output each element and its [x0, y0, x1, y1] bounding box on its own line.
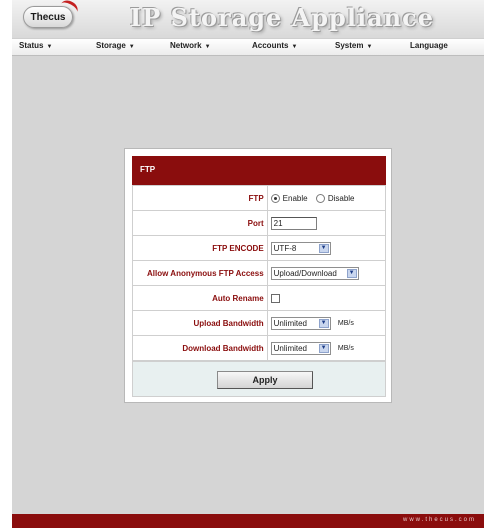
footer-url: www.thecus.com [402, 517, 476, 523]
upload-bandwidth-unit: MB/s [337, 319, 354, 327]
upload-bandwidth-value-cell: Unlimited ▼ MB/s [266, 310, 387, 336]
menu-status-label: Status [19, 41, 44, 50]
row-encode: FTP ENCODE UTF-8 ▼ [132, 235, 387, 261]
anonymous-access-value-cell: Upload/Download ▼ [266, 260, 387, 286]
download-bandwidth-value-cell: Unlimited ▼ MB/s [266, 335, 387, 361]
ftp-encode-label: FTP ENCODE [132, 235, 268, 261]
caret-down-icon: ▼ [204, 44, 211, 50]
download-bandwidth-label: Download Bandwidth [132, 335, 268, 361]
row-upload-bandwidth: Upload Bandwidth Unlimited ▼ MB/s [132, 310, 387, 336]
chevron-down-icon: ▼ [318, 318, 329, 328]
app-frame: Thecus IP Storage Appliance Status ▼ Stor… [12, 0, 484, 528]
ftp-disable-label: Disable [327, 193, 355, 203]
menu-storage-label: Storage [96, 41, 126, 50]
apply-row: Apply [132, 361, 386, 397]
caret-down-icon: ▼ [291, 44, 298, 50]
upload-bandwidth-select[interactable]: Unlimited ▼ [270, 316, 331, 330]
ftp-encode-value-cell: UTF-8 ▼ [266, 235, 387, 261]
menu-language[interactable]: Language [410, 41, 448, 55]
upload-bandwidth-label: Upload Bandwidth [132, 310, 268, 336]
ftp-encode-select[interactable]: UTF-8 ▼ [270, 241, 331, 255]
ftp-enable-radio[interactable] [270, 193, 280, 203]
row-port: Port 21 [132, 210, 387, 236]
auto-rename-checkbox[interactable] [270, 293, 280, 303]
menu-system[interactable]: System ▼ [335, 41, 372, 55]
ftp-disable-radio[interactable] [315, 193, 325, 203]
chevron-down-icon: ▼ [346, 268, 357, 278]
download-bandwidth-selected: Unlimited [273, 343, 307, 353]
ftp-panel: FTP FTP Enable Disable Port 21 FTP ENCOD… [124, 148, 392, 403]
menu-bar: Status ▼ Storage ▼ Network ▼ Accounts ▼ Syst… [12, 38, 484, 56]
content-area: FTP FTP Enable Disable Port 21 FTP ENCOD… [12, 56, 484, 514]
menu-language-label: Language [410, 41, 448, 50]
menu-system-label: System [335, 41, 364, 50]
caret-down-icon: ▼ [46, 44, 53, 50]
row-download-bandwidth: Download Bandwidth Unlimited ▼ MB/s [132, 335, 387, 361]
menu-status[interactable]: Status ▼ [19, 41, 52, 55]
footer-bar: www.thecus.com [12, 514, 484, 528]
row-ftp: FTP Enable Disable [132, 185, 387, 211]
ftp-value-cell: Enable Disable [266, 185, 387, 211]
app-title: IP Storage Appliance [130, 3, 434, 32]
anonymous-access-select[interactable]: Upload/Download ▼ [270, 266, 359, 280]
menu-network-label: Network [170, 41, 202, 50]
ftp-encode-selected: UTF-8 [273, 243, 297, 253]
chevron-down-icon: ▼ [318, 243, 329, 253]
menu-accounts-label: Accounts [252, 41, 289, 50]
auto-rename-value-cell [266, 285, 387, 311]
download-bandwidth-select[interactable]: Unlimited ▼ [270, 341, 331, 355]
apply-button[interactable]: Apply [217, 371, 313, 389]
anonymous-access-selected: Upload/Download [273, 268, 337, 278]
menu-accounts[interactable]: Accounts ▼ [252, 41, 297, 55]
menu-storage[interactable]: Storage ▼ [96, 41, 135, 55]
caret-down-icon: ▼ [366, 44, 373, 50]
panel-title: FTP [132, 156, 386, 185]
port-value-cell: 21 [266, 210, 387, 236]
ftp-enable-label: Enable [282, 193, 308, 203]
row-auto-rename: Auto Rename [132, 285, 387, 311]
menu-network[interactable]: Network ▼ [170, 41, 211, 55]
row-anonymous: Allow Anonymous FTP Access Upload/Downlo… [132, 260, 387, 286]
ftp-settings-table: FTP Enable Disable Port 21 FTP ENCODE UT… [132, 185, 387, 361]
ftp-label: FTP [132, 185, 268, 211]
thecus-logo: Thecus [23, 0, 81, 28]
anonymous-access-label: Allow Anonymous FTP Access [132, 260, 268, 286]
caret-down-icon: ▼ [128, 44, 135, 50]
download-bandwidth-unit: MB/s [337, 344, 354, 352]
upload-bandwidth-selected: Unlimited [273, 318, 307, 328]
auto-rename-label: Auto Rename [132, 285, 268, 311]
chevron-down-icon: ▼ [318, 343, 329, 353]
header: Thecus IP Storage Appliance [12, 0, 484, 38]
logo-text: Thecus [30, 11, 66, 23]
port-label: Port [132, 210, 268, 236]
port-input[interactable]: 21 [270, 216, 317, 230]
